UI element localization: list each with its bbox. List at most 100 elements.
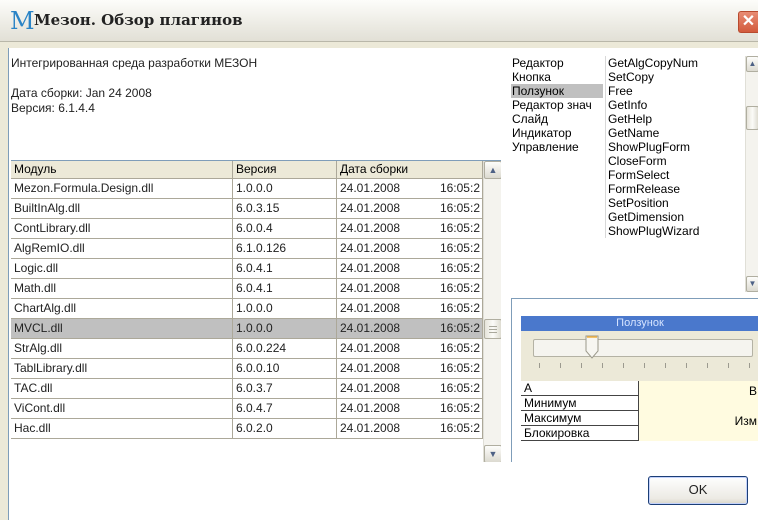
- module-version: 6.0.4.1: [233, 259, 337, 279]
- module-name: Math.dll: [11, 279, 233, 299]
- property-row[interactable]: Максимум: [521, 411, 758, 426]
- control-preview: Ползунок A B Минимум Максимум Изм Блокировка: [511, 298, 758, 462]
- list-item[interactable]: FormSelect: [606, 168, 745, 182]
- slider-track[interactable]: [533, 339, 753, 357]
- scroll-up-icon[interactable]: ▲: [484, 161, 501, 179]
- list-item[interactable]: ShowPlugForm: [606, 140, 745, 154]
- build-date-value: 24.01.2008: [340, 361, 401, 375]
- table-row[interactable]: BuiltInAlg.dll 6.0.3.15 24.01.2008 16:05:2: [11, 199, 483, 219]
- column-header-build-date[interactable]: Дата сборки: [337, 161, 483, 179]
- module-version: 1.0.0.0: [233, 319, 337, 339]
- list-item[interactable]: FormRelease: [606, 182, 745, 196]
- module-version: 6.0.3.7: [233, 379, 337, 399]
- module-build-date: 24.01.2008 16:05:2: [337, 419, 483, 439]
- version-text: Версия: 6.1.4.4: [11, 101, 95, 115]
- module-build-date: 24.01.2008 16:05:2: [337, 319, 483, 339]
- list-item[interactable]: Слайд: [511, 112, 603, 126]
- module-name: BuiltInAlg.dll: [11, 199, 233, 219]
- list-item[interactable]: Ползунок: [511, 84, 603, 98]
- build-date: Дата сборки: Jan 24 2008: [11, 86, 152, 100]
- build-time-value: 16:05:2: [439, 381, 480, 395]
- module-build-date: 24.01.2008 16:05:2: [337, 339, 483, 359]
- build-time-value: 16:05:2: [439, 321, 480, 335]
- list-item[interactable]: GetName: [606, 126, 745, 140]
- list-item[interactable]: Индикатор: [511, 126, 603, 140]
- build-time-value: 16:05:2: [439, 341, 480, 355]
- table-row[interactable]: Mezon.Formula.Design.dll 1.0.0.0 24.01.200…: [11, 179, 483, 199]
- slider-tick: [602, 363, 603, 368]
- scroll-thumb[interactable]: [484, 319, 501, 339]
- method-list-scrollbar[interactable]: ▲ ▼: [745, 56, 758, 292]
- build-time-value: 16:05:2: [439, 261, 480, 275]
- close-icon[interactable]: ✕: [738, 11, 758, 33]
- list-item[interactable]: Free: [606, 84, 745, 98]
- module-version: 6.0.2.0: [233, 419, 337, 439]
- build-time-value: 16:05:2: [439, 361, 480, 375]
- slider-ticks: [539, 363, 751, 369]
- scroll-thumb[interactable]: [746, 106, 758, 130]
- table-row[interactable]: TAC.dll 6.0.3.7 24.01.2008 16:05:2: [11, 379, 483, 399]
- list-item[interactable]: SetCopy: [606, 70, 745, 84]
- table-row[interactable]: Logic.dll 6.0.4.1 24.01.2008 16:05:2: [11, 259, 483, 279]
- build-time-value: 16:05:2: [439, 181, 480, 195]
- table-row[interactable]: ViCont.dll 6.0.4.7 24.01.2008 16:05:2: [11, 399, 483, 419]
- table-row[interactable]: StrAlg.dll 6.0.0.224 24.01.2008 16:05:2: [11, 339, 483, 359]
- list-item[interactable]: GetDimension: [606, 210, 745, 224]
- table-row[interactable]: ContLibrary.dll 6.0.0.4 24.01.2008 16:05:2: [11, 219, 483, 239]
- slider-tick: [686, 363, 687, 368]
- module-name: ChartAlg.dll: [11, 299, 233, 319]
- build-date-value: 24.01.2008: [340, 281, 401, 295]
- list-item[interactable]: Кнопка: [511, 70, 603, 84]
- table-scrollbar[interactable]: ▲ ▼: [483, 161, 501, 462]
- method-list[interactable]: GetAlgCopyNum SetCopy Free GetInfo GetHelp Ge…: [605, 56, 745, 238]
- scroll-up-icon[interactable]: ▲: [746, 56, 758, 72]
- environment-name: Интегрированная среда разработки МЕЗОН: [11, 56, 258, 70]
- slider-tick: [665, 363, 666, 368]
- slider-thumb[interactable]: [585, 335, 599, 359]
- module-version: 6.0.0.4: [233, 219, 337, 239]
- modules-table[interactable]: Модуль Версия Дата сборки Mezon.Formula.…: [11, 160, 501, 462]
- list-item[interactable]: GetAlgCopyNum: [606, 56, 745, 70]
- slider-tick: [749, 363, 750, 368]
- table-row[interactable]: MVCL.dll 1.0.0.0 24.01.2008 16:05:2: [11, 319, 483, 339]
- table-row[interactable]: TablLibrary.dll 6.0.0.10 24.01.2008 16:05:2: [11, 359, 483, 379]
- build-date-value: 24.01.2008: [340, 241, 401, 255]
- property-row[interactable]: A: [521, 381, 758, 396]
- build-date-value: 24.01.2008: [340, 181, 401, 195]
- build-date-value: 24.01.2008: [340, 341, 401, 355]
- ok-button[interactable]: OK: [648, 476, 748, 505]
- table-row[interactable]: Math.dll 6.0.4.1 24.01.2008 16:05:2: [11, 279, 483, 299]
- module-build-date: 24.01.2008 16:05:2: [337, 399, 483, 419]
- module-build-date: 24.01.2008 16:05:2: [337, 239, 483, 259]
- slider-tick: [623, 363, 624, 368]
- column-header-module[interactable]: Модуль: [11, 161, 233, 179]
- control-category-list[interactable]: Редактор Кнопка Ползунок Редактор знач Слайд…: [511, 56, 603, 154]
- scroll-down-icon[interactable]: ▼: [484, 445, 501, 462]
- build-time-value: 16:05:2: [439, 201, 480, 215]
- build-time-value: 16:05:2: [439, 281, 480, 295]
- list-item[interactable]: SetPosition: [606, 196, 745, 210]
- module-name: TablLibrary.dll: [11, 359, 233, 379]
- module-name: ContLibrary.dll: [11, 219, 233, 239]
- property-row[interactable]: Блокировка: [521, 426, 758, 441]
- title-bar[interactable]: M Мезон. Обзор плагинов ✕: [0, 0, 758, 42]
- module-build-date: 24.01.2008 16:05:2: [337, 379, 483, 399]
- list-item[interactable]: GetInfo: [606, 98, 745, 112]
- build-date-value: 24.01.2008: [340, 401, 401, 415]
- list-item[interactable]: CloseForm: [606, 154, 745, 168]
- column-header-version[interactable]: Версия: [233, 161, 337, 179]
- list-item[interactable]: ShowPlugWizard: [606, 224, 745, 238]
- module-name: ViCont.dll: [11, 399, 233, 419]
- scroll-down-icon[interactable]: ▼: [746, 276, 758, 292]
- slider-preview[interactable]: [521, 331, 758, 381]
- list-item[interactable]: Редактор: [511, 56, 603, 70]
- build-date-value: 24.01.2008: [340, 221, 401, 235]
- build-date-value: 24.01.2008: [340, 421, 401, 435]
- list-item[interactable]: GetHelp: [606, 112, 745, 126]
- table-row[interactable]: ChartAlg.dll 1.0.0.0 24.01.2008 16:05:2: [11, 299, 483, 319]
- list-item[interactable]: Управление: [511, 140, 603, 154]
- property-row[interactable]: Минимум: [521, 396, 758, 411]
- table-row[interactable]: Нас.dll 6.0.2.0 24.01.2008 16:05:2: [11, 419, 483, 439]
- list-item[interactable]: Редактор знач: [511, 98, 603, 112]
- table-row[interactable]: AlgRemIO.dll 6.1.0.126 24.01.2008 16:05:2: [11, 239, 483, 259]
